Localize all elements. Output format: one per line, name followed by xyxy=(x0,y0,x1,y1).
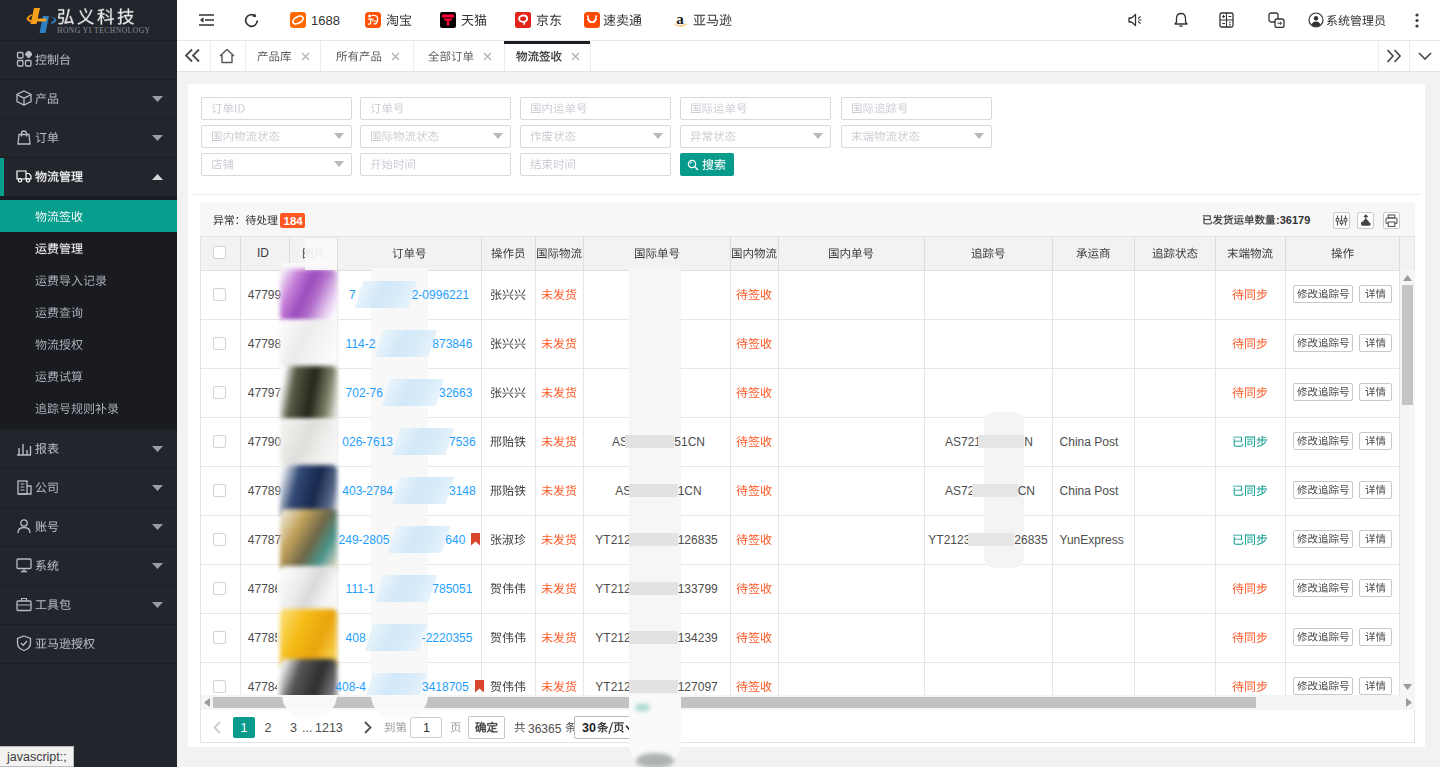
svg-text:a: a xyxy=(676,12,684,27)
